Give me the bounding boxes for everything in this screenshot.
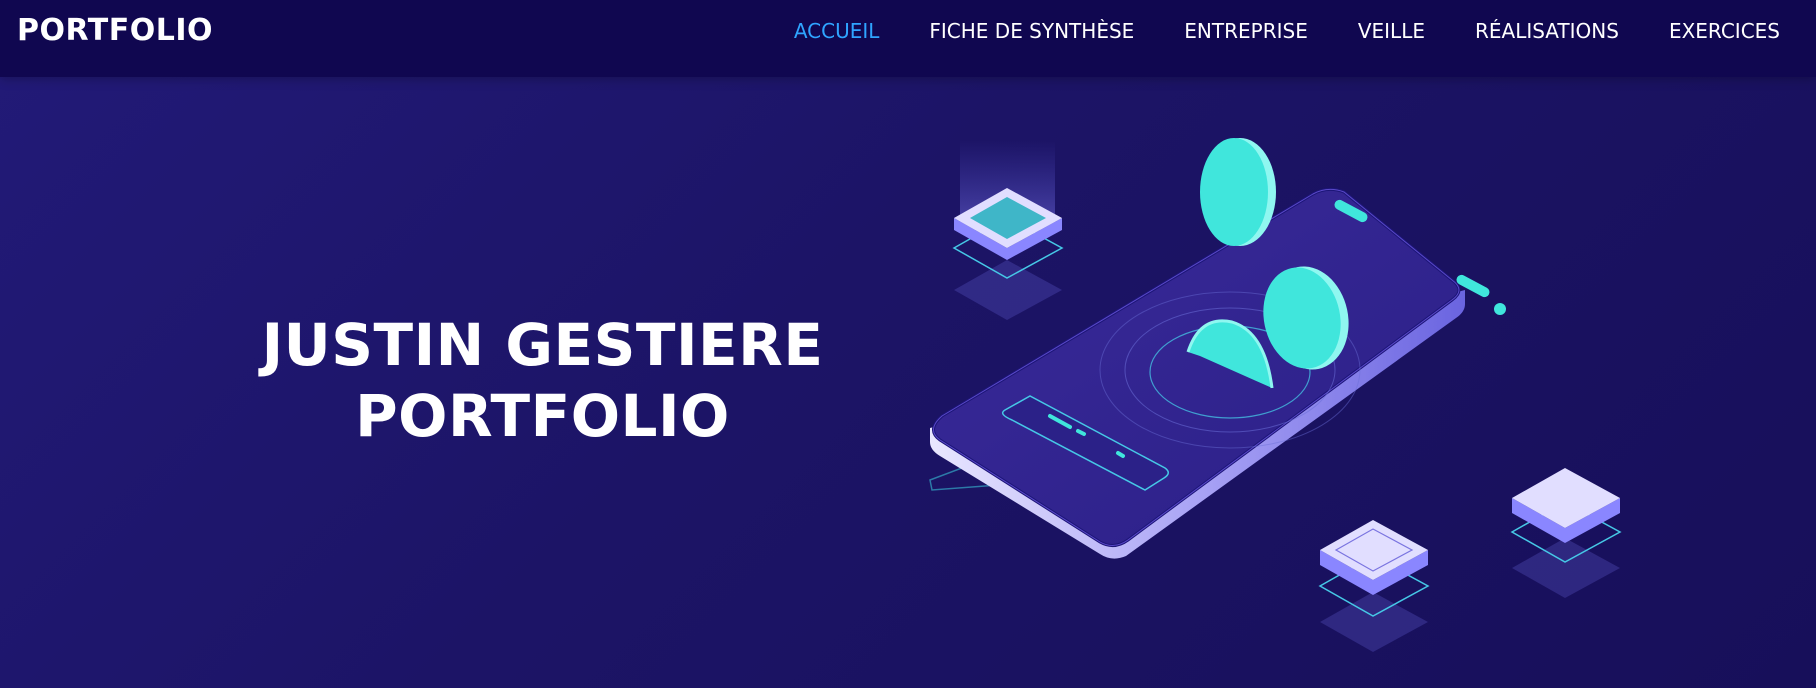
hero-title-line-portfolio: PORTFOLIO [355, 382, 730, 450]
floating-tile-bottom [1318, 520, 1430, 652]
hero-title: JUSTIN GESTIERE PORTFOLIO [240, 310, 845, 452]
nav-item-veille[interactable]: VEILLE [1358, 19, 1425, 43]
floating-tile-right [1510, 468, 1622, 598]
floating-tile-left [952, 140, 1064, 320]
page: PORTFOLIO ACCUEIL FICHE DE SYNTHÈSE ENTR… [0, 0, 1816, 688]
nav-item-entreprise[interactable]: ENTREPRISE [1184, 19, 1308, 43]
isometric-smartphone-illustration [929, 138, 1622, 652]
nav-item-realisations[interactable]: RÉALISATIONS [1475, 19, 1619, 43]
nav-menu: ACCUEIL FICHE DE SYNTHÈSE ENTREPRISE VEI… [744, 19, 1780, 43]
nav-item-accueil[interactable]: ACCUEIL [794, 19, 880, 43]
nav-item-fiche-de-synthese[interactable]: FICHE DE SYNTHÈSE [929, 19, 1134, 43]
nav-item-exercices[interactable]: EXERCICES [1669, 19, 1780, 43]
brand-logo-link[interactable]: PORTFOLIO [17, 13, 213, 48]
top-navbar: PORTFOLIO ACCUEIL FICHE DE SYNTHÈSE ENTR… [0, 0, 1816, 77]
hero-title-line-name: JUSTIN GESTIERE [261, 311, 824, 379]
